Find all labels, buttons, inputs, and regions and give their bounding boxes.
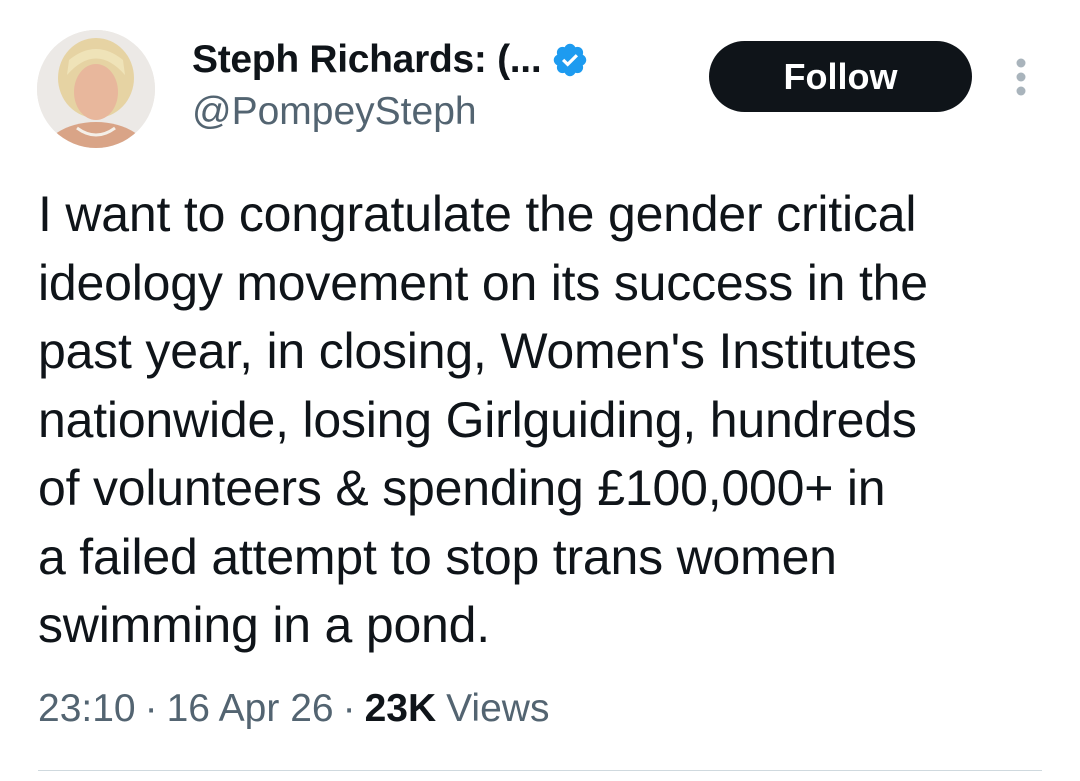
display-name-row: Steph Richards: (... <box>192 34 589 86</box>
tweet-time[interactable]: 23:10 <box>38 687 136 731</box>
tweet-card: Steph Richards: (... @PompeySteph Follow… <box>0 0 1080 781</box>
meta-separator: · <box>342 687 356 730</box>
tweet-meta: 23:10 · 16 Apr 26 · 23K Views <box>38 687 549 731</box>
avatar[interactable] <box>37 30 155 148</box>
verified-badge-icon[interactable] <box>551 41 589 79</box>
handle[interactable]: @PompeySteph <box>192 90 589 134</box>
meta-separator: · <box>144 687 158 730</box>
tweet-text: I want to congratulate the gender critic… <box>38 186 928 653</box>
follow-button[interactable]: Follow <box>709 41 972 112</box>
more-vertical-icon[interactable] <box>1008 55 1034 99</box>
display-name[interactable]: Steph Richards: (... <box>192 38 542 82</box>
author-info: Steph Richards: (... @PompeySteph <box>192 34 589 134</box>
views-count[interactable]: 23K <box>365 687 437 731</box>
avatar-photo <box>37 30 155 148</box>
views-label[interactable]: Views <box>446 687 549 731</box>
divider <box>38 770 1042 771</box>
tweet-date[interactable]: 16 Apr 26 <box>167 687 334 731</box>
